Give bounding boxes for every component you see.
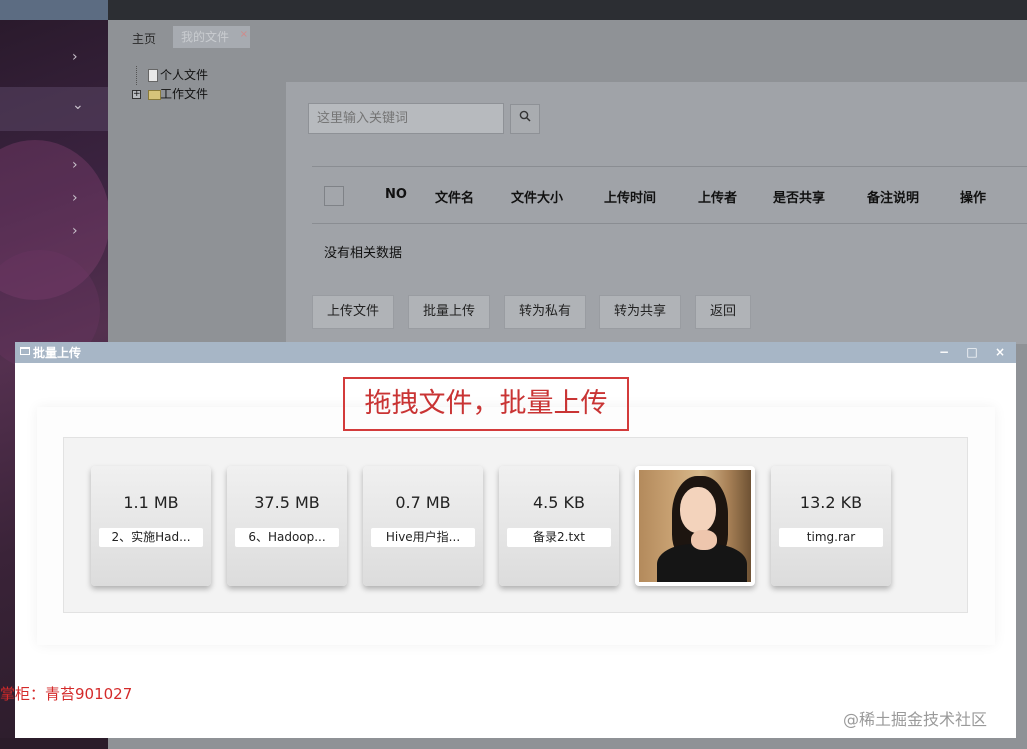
file-preview-card[interactable]: 4.5 KB 备录2.txt xyxy=(499,466,619,586)
file-name: Hive用户指... xyxy=(371,528,475,547)
file-name: 6、Hadoop... xyxy=(235,528,339,547)
file-preview-card[interactable]: 13.2 KB timg.rar xyxy=(771,466,891,586)
upload-window-titlebar[interactable]: 批量上传 − □ × xyxy=(15,342,1016,363)
file-size: 0.7 MB xyxy=(395,493,451,512)
column-header[interactable]: 操作 xyxy=(960,187,986,206)
watermark-right: @稀土掘金技术社区 xyxy=(843,710,988,729)
tree-node-personal[interactable]: 个人文件 xyxy=(132,66,208,85)
chevron-right-icon[interactable]: › xyxy=(72,50,78,64)
upload-window-body: 拖拽文件，批量上传 1.1 MB 2、实施Had... 37.5 MB 6、Ha… xyxy=(15,363,1016,730)
file-size: 37.5 MB xyxy=(254,493,320,512)
tab-my-files[interactable]: 我的文件 × xyxy=(173,26,250,48)
file-size: 13.2 KB xyxy=(799,493,863,512)
sidebar-bottom xyxy=(0,738,108,749)
close-icon[interactable]: × xyxy=(240,24,248,46)
search-button[interactable] xyxy=(510,104,540,134)
window-icon xyxy=(20,347,30,355)
drop-zone[interactable]: 1.1 MB 2、实施Had... 37.5 MB 6、Hadoop... 0.… xyxy=(63,437,968,613)
file-preview-card[interactable]: 37.5 MB 6、Hadoop... xyxy=(227,466,347,586)
close-icon[interactable]: × xyxy=(992,343,1008,361)
tree-line xyxy=(136,66,137,85)
file-list-panel: NO 文件名 文件大小 上传时间 上传者 是否共享 备注说明 操作 没有相关数据… xyxy=(286,82,1027,344)
tree-node-label: 工作文件 xyxy=(160,87,209,101)
table-header: NO 文件名 文件大小 上传时间 上传者 是否共享 备注说明 操作 xyxy=(312,166,1027,224)
image-preview-card[interactable] xyxy=(635,466,755,586)
file-preview-card[interactable]: 0.7 MB Hive用户指... xyxy=(363,466,483,586)
file-size: 1.1 MB xyxy=(123,493,179,512)
search-input[interactable] xyxy=(308,103,504,134)
upload-window-title: 批量上传 xyxy=(33,346,82,360)
upload-file-button[interactable]: 上传文件 xyxy=(312,295,394,329)
column-header[interactable]: NO xyxy=(385,187,407,202)
chevron-right-icon[interactable]: › xyxy=(72,224,78,238)
tab-home[interactable]: 主页 xyxy=(132,30,156,47)
column-header[interactable]: 是否共享 xyxy=(773,187,825,206)
batch-upload-button[interactable]: 批量上传 xyxy=(408,295,490,329)
sidebar-item-selected[interactable] xyxy=(0,87,108,131)
chevron-down-icon[interactable]: ⌄ xyxy=(72,98,84,112)
file-name: timg.rar xyxy=(779,528,883,547)
upload-window-footer xyxy=(15,730,1016,738)
folder-icon xyxy=(148,90,161,100)
photo-shape xyxy=(691,530,717,550)
column-header[interactable]: 上传时间 xyxy=(604,187,656,206)
document-icon xyxy=(148,69,158,82)
watermark-left: 掌柜：青苔901027 xyxy=(0,685,133,703)
expand-icon[interactable]: + xyxy=(132,90,141,99)
file-preview-card[interactable]: 1.1 MB 2、实施Had... xyxy=(91,466,211,586)
maximize-icon[interactable]: □ xyxy=(964,343,980,361)
file-name: 2、实施Had... xyxy=(99,528,203,547)
file-tree: 个人文件 + 工作文件 xyxy=(132,66,208,104)
column-header[interactable]: 文件大小 xyxy=(511,187,563,206)
column-header[interactable]: 上传者 xyxy=(698,187,737,206)
minimize-icon[interactable]: − xyxy=(936,343,952,361)
column-header[interactable]: 备注说明 xyxy=(867,187,919,206)
top-bar xyxy=(0,0,1027,20)
photo-shape xyxy=(680,487,716,533)
column-header[interactable]: 文件名 xyxy=(435,187,474,206)
top-bar-logo-area xyxy=(0,0,108,20)
chevron-right-icon[interactable]: › xyxy=(72,158,78,172)
tree-node-work[interactable]: + 工作文件 xyxy=(132,85,208,104)
file-name: 备录2.txt xyxy=(507,528,611,547)
tab-my-files-label: 我的文件 xyxy=(181,30,230,44)
tab-bar: 主页 我的文件 × xyxy=(108,20,1027,54)
make-private-button[interactable]: 转为私有 xyxy=(504,295,586,329)
chevron-right-icon[interactable]: › xyxy=(72,191,78,205)
back-button[interactable]: 返回 xyxy=(695,295,751,329)
drag-drop-callout: 拖拽文件，批量上传 xyxy=(343,377,629,431)
tree-node-label: 个人文件 xyxy=(160,68,209,82)
make-shared-button[interactable]: 转为共享 xyxy=(599,295,681,329)
select-all-checkbox[interactable] xyxy=(324,186,344,206)
bottom-strip xyxy=(0,738,1027,749)
search-icon xyxy=(519,110,531,122)
file-size: 4.5 KB xyxy=(533,493,585,512)
image-thumbnail xyxy=(639,470,751,582)
empty-state-text: 没有相关数据 xyxy=(324,246,403,261)
